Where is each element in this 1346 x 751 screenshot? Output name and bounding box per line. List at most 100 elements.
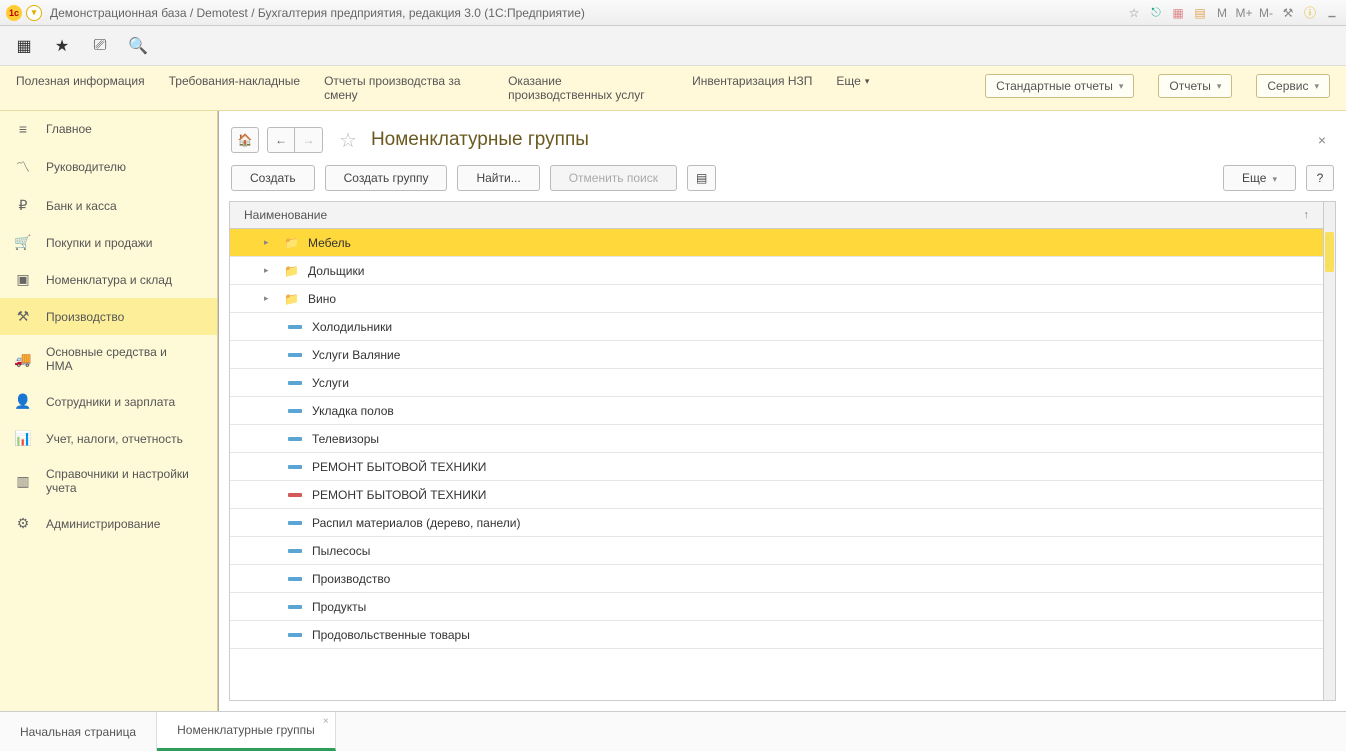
folder-icon (284, 264, 298, 278)
list-mode-button[interactable]: ▤ (687, 165, 716, 191)
chevron-down-icon: ▾ (1119, 81, 1124, 92)
table-row-item[interactable]: Услуги Валяние (230, 341, 1323, 369)
memory-m[interactable]: M (1214, 5, 1230, 21)
cmd-services[interactable]: Оказание производственных услуг (508, 74, 668, 102)
row-label: Вино (308, 292, 336, 306)
memory-m-plus[interactable]: M+ (1236, 5, 1252, 21)
person-icon: 👤 (14, 393, 32, 410)
minimize-icon[interactable]: ▁ (1324, 5, 1340, 21)
sidebar-item-accounting[interactable]: 📊Учет, налоги, отчетность (0, 420, 217, 457)
tab-start-page[interactable]: Начальная страница (0, 712, 157, 751)
row-label: Продукты (312, 600, 366, 614)
favorite-star-icon[interactable]: ☆ (1126, 5, 1142, 21)
sidebar-item-assets[interactable]: 🚚Основные средства и НМА (0, 335, 217, 383)
row-label: Дольщики (308, 264, 364, 278)
tab-close-icon[interactable]: × (323, 716, 329, 727)
vertical-scrollbar[interactable] (1323, 202, 1335, 700)
cmd-production-reports[interactable]: Отчеты производства за смену (324, 74, 484, 102)
sidebar-item-main[interactable]: ≡Главное (0, 111, 217, 147)
table-row-item[interactable]: Пылесосы (230, 537, 1323, 565)
table-row-folder[interactable]: ▸Мебель (230, 229, 1323, 257)
table-row-item[interactable]: РЕМОНТ БЫТОВОЙ ТЕХНИКИ (230, 453, 1323, 481)
cmd-useful-info[interactable]: Полезная информация (16, 74, 145, 88)
table-row-item[interactable]: Производство (230, 565, 1323, 593)
row-label: РЕМОНТ БЫТОВОЙ ТЕХНИКИ (312, 460, 486, 474)
expand-icon[interactable]: ▸ (264, 265, 274, 276)
favorite-toggle-icon[interactable]: ☆ (339, 128, 357, 153)
btn-reports[interactable]: Отчеты▾ (1158, 74, 1232, 98)
link-icon[interactable]: ⎋ (1148, 5, 1164, 21)
star-icon[interactable]: ★ (52, 36, 72, 56)
close-button[interactable]: × (1310, 132, 1334, 148)
table-row-item[interactable]: Продовольственные товары (230, 621, 1323, 649)
cmd-more[interactable]: Еще ▾ (836, 74, 869, 88)
expand-icon[interactable]: ▸ (264, 293, 274, 304)
dropdown-icon[interactable]: ▾ (26, 5, 42, 21)
table-row-item-deleted[interactable]: РЕМОНТ БЫТОВОЙ ТЕХНИКИ (230, 481, 1323, 509)
table-row-folder[interactable]: ▸ Вино (230, 285, 1323, 313)
chart-icon: 〽 (14, 157, 32, 177)
info-icon[interactable]: ⓘ (1302, 5, 1318, 21)
forward-button[interactable]: → (295, 127, 323, 153)
expand-icon[interactable]: ▸ (264, 237, 274, 248)
table-row-folder[interactable]: ▸ Дольщики (230, 257, 1323, 285)
row-label: Продовольственные товары (312, 628, 470, 642)
table-header[interactable]: Наименование ↑ (230, 202, 1323, 229)
item-icon (288, 605, 302, 609)
btn-standard-reports[interactable]: Стандартные отчеты▾ (985, 74, 1134, 98)
help-button[interactable]: ? (1306, 165, 1334, 191)
sidebar-item-bank[interactable]: ₽Банк и касса (0, 187, 217, 224)
cmd-inventory[interactable]: Инвентаризация НЗП (692, 74, 812, 88)
sidebar-item-production[interactable]: ⚒Производство (0, 298, 217, 335)
app-1c-icon: 1c (6, 5, 22, 21)
search-icon[interactable]: 🔍 (128, 36, 148, 56)
command-bar: Полезная информация Требования-накладные… (0, 66, 1346, 111)
column-name: Наименование (244, 208, 327, 222)
row-label: Распил материалов (дерево, панели) (312, 516, 520, 530)
table-row-item[interactable]: Распил материалов (дерево, панели) (230, 509, 1323, 537)
home-button[interactable]: 🏠 (231, 127, 259, 153)
table-row-item[interactable]: Услуги (230, 369, 1323, 397)
find-button[interactable]: Найти... (457, 165, 539, 191)
table-row-item[interactable]: Телевизоры (230, 425, 1323, 453)
create-group-button[interactable]: Создать группу (325, 165, 448, 191)
tools-icon[interactable]: ⚒ (1280, 5, 1296, 21)
more-actions-button[interactable]: Еще (1223, 165, 1296, 191)
ruble-icon: ₽ (14, 197, 32, 214)
sidebar-item-manager[interactable]: 〽Руководителю (0, 147, 217, 187)
row-label: Телевизоры (312, 432, 379, 446)
menu-icon: ≡ (14, 121, 32, 137)
sidebar-item-admin[interactable]: ⚙Администрирование (0, 505, 217, 542)
folder-icon (284, 236, 298, 250)
bottom-tab-bar: Начальная страница Номенклатурные группы… (0, 711, 1346, 751)
table-row-item[interactable]: Продукты (230, 593, 1323, 621)
table-row-item[interactable]: Укладка полов (230, 397, 1323, 425)
apps-grid-icon[interactable]: ▦ (14, 36, 34, 56)
cmd-requirements[interactable]: Требования-накладные (169, 74, 300, 88)
content-area: 🏠 ← → ☆ Номенклатурные группы × Создать … (218, 111, 1346, 711)
create-button[interactable]: Создать (231, 165, 315, 191)
item-icon (288, 409, 302, 413)
clipboard-icon[interactable]: ⎚ (90, 36, 110, 56)
sidebar-item-directories[interactable]: ▥Справочники и настройки учета (0, 457, 217, 505)
memory-m-minus[interactable]: M- (1258, 5, 1274, 21)
sidebar-item-employees[interactable]: 👤Сотрудники и зарплата (0, 383, 217, 420)
cart-icon: 🛒 (14, 234, 32, 251)
sidebar-item-nomenclature[interactable]: ▣Номенклатура и склад (0, 261, 217, 298)
page-header: 🏠 ← → ☆ Номенклатурные группы × (229, 121, 1336, 165)
row-label: Укладка полов (312, 404, 394, 418)
cancel-search-button[interactable]: Отменить поиск (550, 165, 677, 191)
back-button[interactable]: ← (267, 127, 295, 153)
sidebar-item-sales[interactable]: 🛒Покупки и продажи (0, 224, 217, 261)
boxes-icon: ▣ (14, 271, 32, 288)
table-row-item[interactable]: Холодильники (230, 313, 1323, 341)
calculator-icon[interactable]: ▦ (1170, 5, 1186, 21)
row-label: Пылесосы (312, 544, 370, 558)
scrollbar-thumb[interactable] (1325, 232, 1334, 272)
item-icon (288, 465, 302, 469)
gear-icon: ⚙ (14, 515, 32, 532)
btn-service[interactable]: Сервис▾ (1256, 74, 1330, 98)
calendar-icon[interactable]: ▤ (1192, 5, 1208, 21)
row-label: РЕМОНТ БЫТОВОЙ ТЕХНИКИ (312, 488, 486, 502)
tab-nomenclature-groups[interactable]: Номенклатурные группы× (157, 712, 336, 751)
